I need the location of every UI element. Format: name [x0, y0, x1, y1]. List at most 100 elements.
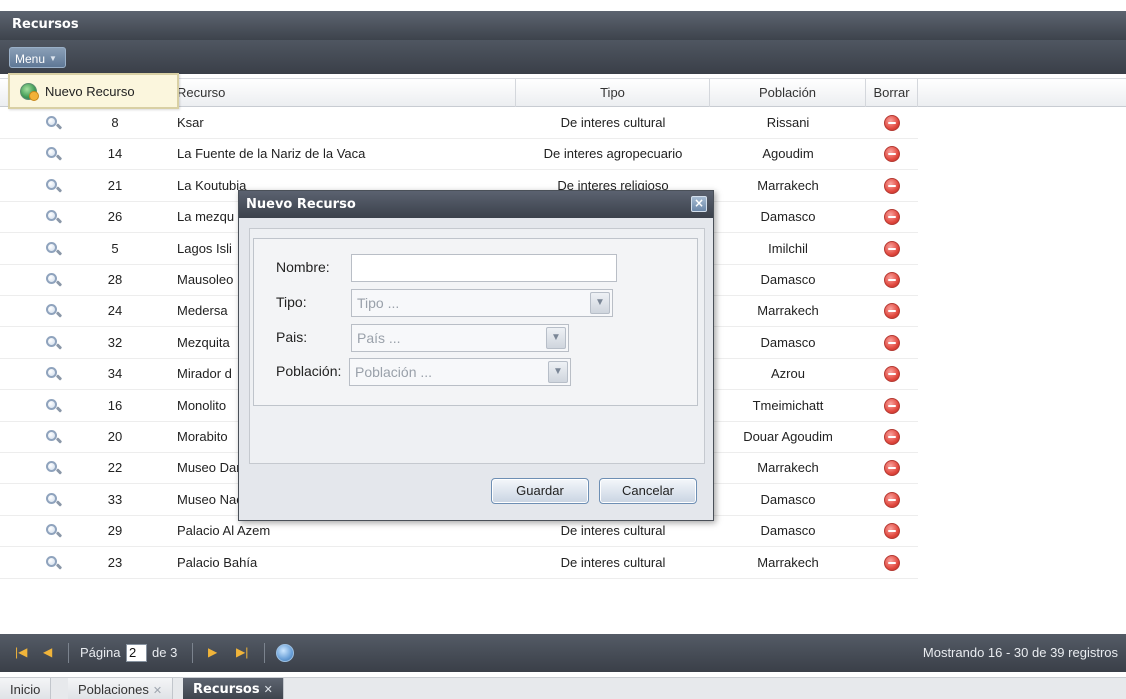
page-of-label: de 3 [152, 645, 178, 660]
dialog-title: Nuevo Recurso × [239, 191, 713, 218]
chevron-down-icon[interactable]: ▼ [548, 361, 568, 383]
table-row[interactable]: 14 La Fuente de la Nariz de la Vaca De int… [0, 139, 918, 171]
next-page-icon[interactable]: ▶ [208, 645, 222, 659]
delete-cell[interactable] [866, 234, 918, 264]
magnifier-icon[interactable] [46, 304, 63, 320]
id-cell: 26 [107, 209, 123, 225]
magnifier-icon[interactable] [46, 492, 63, 509]
poblacion-cell: Marrakech [757, 554, 819, 570]
view-cell[interactable] [22, 171, 63, 201]
tab-recursos[interactable]: Recursos ✕ [183, 678, 284, 699]
view-cell[interactable] [22, 453, 63, 483]
first-page-icon[interactable]: |◀ [15, 645, 29, 659]
magnifier-icon[interactable] [46, 461, 63, 477]
delete-cell[interactable] [866, 391, 918, 421]
chevron-down-icon[interactable]: ▼ [590, 292, 610, 314]
delete-icon[interactable] [884, 366, 900, 383]
delete-cell[interactable] [866, 171, 918, 201]
delete-icon[interactable] [884, 429, 900, 445]
header-tipo[interactable]: Tipo [516, 79, 710, 107]
view-cell[interactable] [22, 548, 63, 578]
table-row[interactable]: 8 Ksar De interes cultural Rissani [0, 108, 918, 139]
delete-icon[interactable] [884, 272, 900, 288]
view-cell[interactable] [22, 296, 63, 326]
view-cell[interactable] [22, 108, 63, 138]
magnifier-icon[interactable] [46, 555, 63, 572]
close-icon[interactable]: ✕ [153, 685, 162, 697]
view-cell[interactable] [22, 422, 63, 452]
delete-icon[interactable] [884, 554, 900, 571]
magnifier-icon[interactable] [46, 335, 63, 352]
delete-icon[interactable] [884, 334, 900, 351]
delete-icon[interactable] [884, 177, 900, 194]
page-number-input[interactable]: 2 [126, 644, 147, 662]
delete-cell[interactable] [866, 328, 918, 358]
view-cell[interactable] [22, 485, 63, 515]
magnifier-icon[interactable] [46, 367, 63, 383]
view-cell[interactable] [22, 139, 63, 169]
delete-cell[interactable] [866, 265, 918, 295]
tipo-select[interactable]: Tipo ... ▼ [351, 289, 613, 317]
delete-cell[interactable] [866, 422, 918, 452]
header-recurso[interactable]: Recurso [170, 79, 516, 107]
magnifier-icon[interactable] [46, 430, 63, 446]
view-cell[interactable] [22, 234, 63, 264]
delete-cell[interactable] [866, 139, 918, 169]
tab-poblaciones[interactable]: Poblaciones ✕ [68, 678, 174, 699]
header-poblacion[interactable]: Población [710, 79, 866, 107]
delete-icon[interactable] [884, 303, 900, 320]
delete-cell[interactable] [866, 108, 918, 138]
chevron-down-icon[interactable]: ▼ [546, 327, 566, 349]
tab-inicio[interactable]: Inicio [0, 678, 52, 699]
poblacion-cell: Damasco [760, 272, 816, 287]
delete-cell[interactable] [866, 548, 918, 578]
magnifier-icon[interactable] [46, 273, 63, 289]
delete-cell[interactable] [866, 202, 918, 232]
guardar-button[interactable]: Guardar [491, 478, 589, 504]
delete-icon[interactable] [884, 209, 900, 226]
close-icon[interactable]: × [691, 196, 707, 212]
delete-cell[interactable] [866, 453, 918, 483]
view-cell[interactable] [22, 202, 63, 232]
nombre-input[interactable] [351, 254, 617, 282]
page-label: Página [80, 645, 121, 660]
separator [192, 643, 193, 663]
delete-cell[interactable] [866, 516, 918, 546]
refresh-icon[interactable] [276, 644, 294, 662]
poblacion-placeholder: Población ... [355, 364, 433, 380]
magnifier-icon[interactable] [46, 116, 63, 132]
view-cell[interactable] [22, 516, 63, 546]
view-cell[interactable] [22, 359, 63, 389]
magnifier-icon[interactable] [46, 241, 63, 258]
id-cell: 16 [107, 397, 123, 413]
delete-icon[interactable] [884, 523, 900, 540]
cancelar-button[interactable]: Cancelar [599, 478, 697, 504]
header-borrar[interactable]: Borrar [866, 79, 918, 107]
view-cell[interactable] [22, 265, 63, 295]
last-page-icon[interactable]: ▶| [236, 645, 250, 659]
delete-icon[interactable] [884, 460, 900, 477]
delete-cell[interactable] [866, 485, 918, 515]
magnifier-icon[interactable] [46, 524, 63, 540]
tipo-cell: De interes agropecuario [543, 146, 683, 162]
view-cell[interactable] [22, 391, 63, 421]
magnifier-icon[interactable] [46, 147, 63, 163]
prev-page-icon[interactable]: ◀ [43, 645, 57, 659]
close-icon[interactable]: ✕ [264, 683, 273, 696]
magnifier-icon[interactable] [46, 178, 63, 195]
view-cell[interactable] [22, 328, 63, 358]
menu-button[interactable]: Menu ▼ [9, 47, 66, 68]
table-row[interactable]: 23 Palacio Bahía De interes cultural Marrak… [0, 548, 918, 579]
delete-icon[interactable] [884, 115, 900, 131]
magnifier-icon[interactable] [46, 210, 63, 226]
poblacion-select[interactable]: Población ... ▼ [349, 358, 571, 386]
menu-item-nuevo-recurso[interactable]: Nuevo Recurso [8, 73, 179, 109]
delete-icon[interactable] [884, 397, 900, 414]
delete-icon[interactable] [884, 240, 900, 257]
magnifier-icon[interactable] [46, 398, 63, 415]
delete-cell[interactable] [866, 296, 918, 326]
delete-icon[interactable] [884, 146, 900, 163]
delete-icon[interactable] [884, 491, 900, 508]
delete-cell[interactable] [866, 359, 918, 389]
pais-select[interactable]: País ... ▼ [351, 324, 569, 352]
